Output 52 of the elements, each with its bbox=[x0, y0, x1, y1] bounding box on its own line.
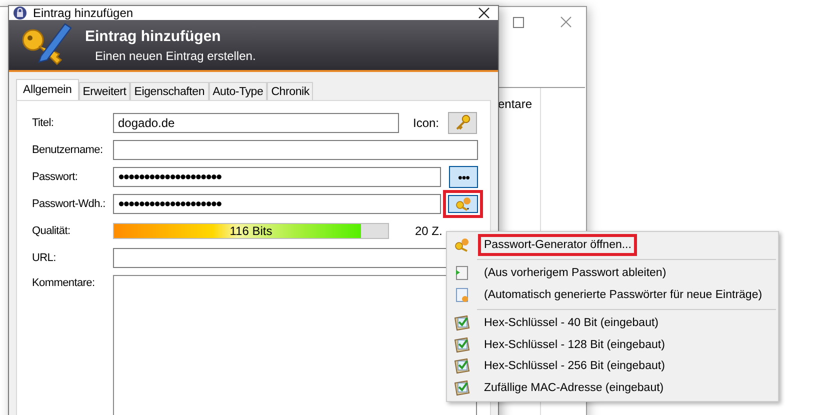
icon-button[interactable] bbox=[448, 112, 477, 134]
generator-button[interactable] bbox=[448, 195, 478, 213]
input-field[interactable] bbox=[113, 140, 478, 160]
password-field[interactable]: ●●●●●●●●●●●●●●●●●●●● bbox=[113, 194, 441, 214]
tab[interactable]: Erweitert bbox=[78, 82, 130, 100]
checklist-icon bbox=[453, 358, 471, 374]
menu-item[interactable]: (Aus vorherigem Passwort ableiten) bbox=[447, 262, 778, 284]
tab[interactable]: Eigenschaften bbox=[130, 82, 209, 100]
menu-item-label: Zufällige MAC-Adresse (eingebaut) bbox=[483, 380, 665, 396]
quality-reading: 116 Bits bbox=[228, 224, 274, 238]
show-password-button[interactable]: ●●● bbox=[449, 166, 478, 188]
menu-item-label: Passwort-Generator öffnen... bbox=[478, 234, 638, 256]
menu-item-label: (Automatisch generierte Passwörter für neue Einträge) bbox=[483, 288, 764, 303]
column-header: entare bbox=[498, 97, 532, 111]
checklist-icon bbox=[453, 336, 471, 353]
tab[interactable]: Allgemein bbox=[16, 79, 79, 100]
document-icon bbox=[455, 265, 469, 282]
checklist-icon bbox=[453, 315, 471, 332]
banner-title: Eintrag hinzufügen bbox=[85, 28, 222, 44]
field-label: Passwort-Wdh.: bbox=[32, 198, 106, 210]
document-gear-icon bbox=[455, 286, 469, 303]
menu-item-label: Hex-Schlüssel - 40 Bit (eingebaut) bbox=[483, 316, 660, 332]
keys-icon bbox=[453, 236, 471, 253]
field-label: Passwort: bbox=[32, 171, 79, 183]
menu-item-label: Hex-Schlüssel - 128 Bit (eingebaut) bbox=[483, 338, 666, 353]
menu-item[interactable]: Hex-Schlüssel - 256 Bit (eingebaut) bbox=[447, 356, 778, 377]
character-count: 20 Z. bbox=[415, 224, 442, 238]
field-label: Benutzername: bbox=[32, 144, 104, 156]
menu-item[interactable]: Hex-Schlüssel - 128 Bit (eingebaut) bbox=[447, 334, 778, 356]
field-label: URL: bbox=[32, 252, 57, 264]
menu-item[interactable]: Passwort-Generator öffnen... bbox=[447, 234, 778, 256]
password-field[interactable]: ●●●●●●●●●●●●●●●●●●●● bbox=[113, 167, 441, 187]
keys-icon bbox=[453, 196, 473, 212]
key-icon bbox=[454, 114, 472, 132]
menu-item[interactable]: Zufällige MAC-Adresse (eingebaut) bbox=[447, 377, 778, 398]
field-label: Kommentare: bbox=[32, 276, 96, 289]
field-label: Titel: bbox=[32, 117, 55, 129]
tab[interactable]: Chronik bbox=[267, 82, 314, 100]
menu-item-label: Hex-Schlüssel - 256 Bit (eingebaut) bbox=[483, 359, 666, 374]
maximize-button[interactable] bbox=[513, 16, 524, 28]
field-label: Qualität: bbox=[32, 225, 72, 237]
lock-icon bbox=[13, 6, 27, 20]
tab[interactable]: Auto-Type bbox=[208, 82, 268, 100]
close-icon[interactable] bbox=[478, 7, 490, 19]
menu-item[interactable]: (Automatisch generierte Passwörter für neue Einträge) bbox=[447, 284, 778, 306]
icon-label: Icon: bbox=[413, 116, 440, 130]
input-field[interactable]: dogado.de bbox=[113, 113, 399, 133]
checklist-icon bbox=[453, 380, 471, 396]
menu-item-label: (Aus vorherigem Passwort ableiten) bbox=[483, 266, 668, 282]
menu-item[interactable]: Hex-Schlüssel - 40 Bit (eingebaut) bbox=[447, 312, 778, 334]
window-title: Eintrag hinzufügen bbox=[33, 6, 134, 20]
banner-subtitle: Einen neuen Eintrag erstellen. bbox=[94, 48, 256, 62]
